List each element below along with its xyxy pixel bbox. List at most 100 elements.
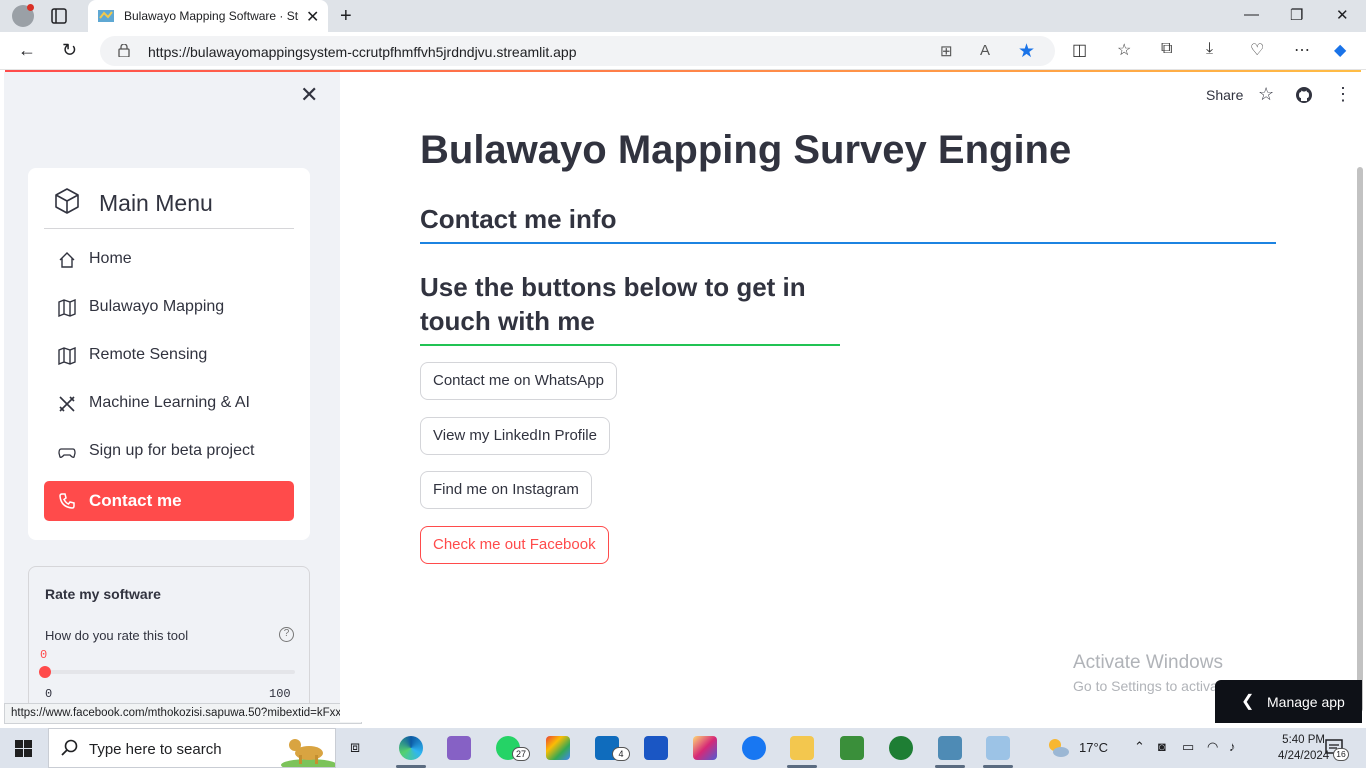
file-explorer-icon[interactable] <box>790 736 814 760</box>
whatsapp-badge: 27 <box>512 747 530 761</box>
back-icon[interactable]: ← <box>18 40 36 61</box>
share-button[interactable]: Share <box>1206 87 1243 103</box>
search-highlight-dog-icon <box>281 739 335 767</box>
favorites-icon[interactable]: ☆ <box>1117 40 1131 60</box>
search-icon <box>61 739 78 756</box>
mail-badge: 4 <box>612 747 630 761</box>
copilot-icon[interactable]: ◆ <box>1334 40 1346 60</box>
green-circle-app-icon[interactable] <box>889 736 913 760</box>
active-tab[interactable]: Bulawayo Mapping Software · Str ✕ <box>88 0 328 32</box>
more-menu-icon[interactable]: ⋯ <box>1294 40 1310 60</box>
read-aloud-icon[interactable]: A <box>980 42 990 59</box>
lock-icon[interactable] <box>118 44 130 57</box>
map-icon <box>58 299 76 317</box>
chevron-left-icon: ❮ <box>1241 693 1255 710</box>
taskbar-search[interactable]: Type here to search <box>48 728 336 768</box>
split-screen-icon[interactable]: ◫ <box>1072 40 1087 60</box>
previous-heading-fragment <box>420 84 1120 120</box>
favorite-star-icon[interactable]: ★ <box>1018 40 1035 63</box>
whatsapp-button[interactable]: Contact me on WhatsApp <box>420 362 617 400</box>
url-field[interactable]: https://bulawayomappingsystem-ccrutpfhmf… <box>100 36 1055 66</box>
sidebar-item-sign-up-beta[interactable]: Sign up for beta project <box>44 432 294 472</box>
star-icon[interactable]: ☆ <box>1258 84 1274 105</box>
downloads-icon[interactable]: ⤓ <box>1206 40 1213 58</box>
facebook-icon[interactable] <box>742 736 766 760</box>
scrollbar-thumb[interactable] <box>1357 167 1363 712</box>
performance-icon[interactable]: ♡ <box>1250 40 1264 60</box>
clock-date: 4/24/2024 <box>1278 750 1330 762</box>
sidebar-item-label: Contact me <box>89 491 182 510</box>
clock[interactable]: 5:40 PM 4/24/2024 <box>1278 732 1329 764</box>
clock-time: 5:40 PM <box>1282 734 1325 746</box>
green-divider <box>420 344 840 346</box>
github-icon[interactable] <box>1295 86 1313 104</box>
box-icon <box>55 188 79 214</box>
notification-count: 16 <box>1333 748 1349 761</box>
app-available-icon[interactable]: ⊞ <box>940 42 953 60</box>
restore-icon[interactable]: ❐ <box>1290 6 1303 24</box>
collections-icon[interactable]: ⧉ <box>1161 40 1172 58</box>
refresh-icon[interactable]: ↻ <box>62 40 77 61</box>
help-icon[interactable]: ? <box>279 627 294 642</box>
task-view-icon[interactable]: ⧈ <box>350 739 360 757</box>
sidebar-item-label: Sign up for beta project <box>89 442 255 459</box>
sidebar-item-bulawayo-mapping[interactable]: Bulawayo Mapping <box>44 288 294 328</box>
wifi-icon[interactable]: ◠ <box>1207 739 1218 755</box>
tools-icon <box>59 396 75 412</box>
sidebar-item-contact-me[interactable]: Contact me <box>44 481 294 521</box>
facebook-button[interactable]: Check me out Facebook <box>420 526 609 564</box>
instagram-icon[interactable] <box>693 736 717 760</box>
volume-icon[interactable]: ♪ <box>1229 739 1236 754</box>
rating-card: Rate my software How do you rate this to… <box>28 566 310 722</box>
tab-close-icon[interactable]: ✕ <box>306 7 319 27</box>
edge-icon[interactable] <box>399 736 423 760</box>
temperature[interactable]: 17°C <box>1079 740 1108 755</box>
manage-app-button[interactable]: ❮ Manage app <box>1215 680 1362 723</box>
colorful-app-icon[interactable] <box>546 736 570 760</box>
close-window-icon[interactable]: ✕ <box>1336 6 1349 24</box>
meet-icon[interactable]: ◙ <box>1158 739 1166 754</box>
watermark-line-1: Activate Windows <box>1073 652 1223 673</box>
url-text[interactable]: https://bulawayomappingsystem-ccrutpfhmf… <box>148 44 577 60</box>
app-menu-icon[interactable]: ⋮ <box>1334 84 1352 105</box>
minimize-icon[interactable]: — <box>1244 6 1259 23</box>
rating-question: How do you rate this tool <box>45 628 189 643</box>
photos-app-icon[interactable] <box>986 736 1010 760</box>
browser-tab-bar: Bulawayo Mapping Software · Str ✕ + — ❐ … <box>0 0 1366 32</box>
windows-taskbar: Type here to search ⧈ 27 4 17°C ⌃ ◙ ▭ ◠ … <box>0 728 1366 768</box>
sidebar-item-label: Remote Sensing <box>89 346 208 363</box>
linkedin-button[interactable]: View my LinkedIn Profile <box>420 417 610 455</box>
rating-slider-track[interactable] <box>45 670 295 674</box>
rating-slider-thumb[interactable] <box>39 666 51 678</box>
slider-value: 0 <box>40 648 48 662</box>
sidebar-item-label: Machine Learning & AI <box>89 394 250 411</box>
green-app-icon[interactable] <box>840 736 864 760</box>
search-placeholder: Type here to search <box>89 741 222 758</box>
new-tab-icon[interactable]: + <box>340 5 352 28</box>
page-scrollbar[interactable] <box>1354 72 1366 722</box>
phone-icon <box>59 493 75 509</box>
visual-studio-icon[interactable] <box>447 736 471 760</box>
profile-notification-dot <box>27 4 34 11</box>
house-icon <box>59 252 75 268</box>
rating-title: Rate my software <box>45 586 161 602</box>
blue-divider <box>420 242 1276 244</box>
sidebar-item-machine-learning[interactable]: Machine Learning & AI <box>44 384 294 424</box>
sidebar-item-remote-sensing[interactable]: Remote Sensing <box>44 336 294 376</box>
store-icon[interactable] <box>644 736 668 760</box>
slider-min-label: 0 <box>45 687 53 701</box>
weather-icon[interactable] <box>1046 737 1070 759</box>
battery-icon[interactable]: ▭ <box>1182 739 1194 755</box>
sidebar-close-icon[interactable]: ✕ <box>300 82 318 108</box>
sidebar-item-home[interactable]: Home <box>44 240 294 280</box>
windows-start-icon[interactable] <box>15 740 32 757</box>
buttons-heading: Use the buttons below to get in touch wi… <box>420 272 806 336</box>
instagram-button[interactable]: Find me on Instagram <box>420 471 592 509</box>
tab-actions-icon[interactable] <box>50 7 68 25</box>
menu-title: Main Menu <box>99 190 213 216</box>
chevron-up-icon[interactable]: ⌃ <box>1134 739 1145 755</box>
menu-divider <box>44 228 294 229</box>
browser-address-bar: ← ↻ https://bulawayomappingsystem-ccrutp… <box>0 32 1366 70</box>
map-app-icon[interactable] <box>938 736 962 760</box>
link-status-url: https://www.facebook.com/mthokozisi.sapu… <box>4 703 363 724</box>
